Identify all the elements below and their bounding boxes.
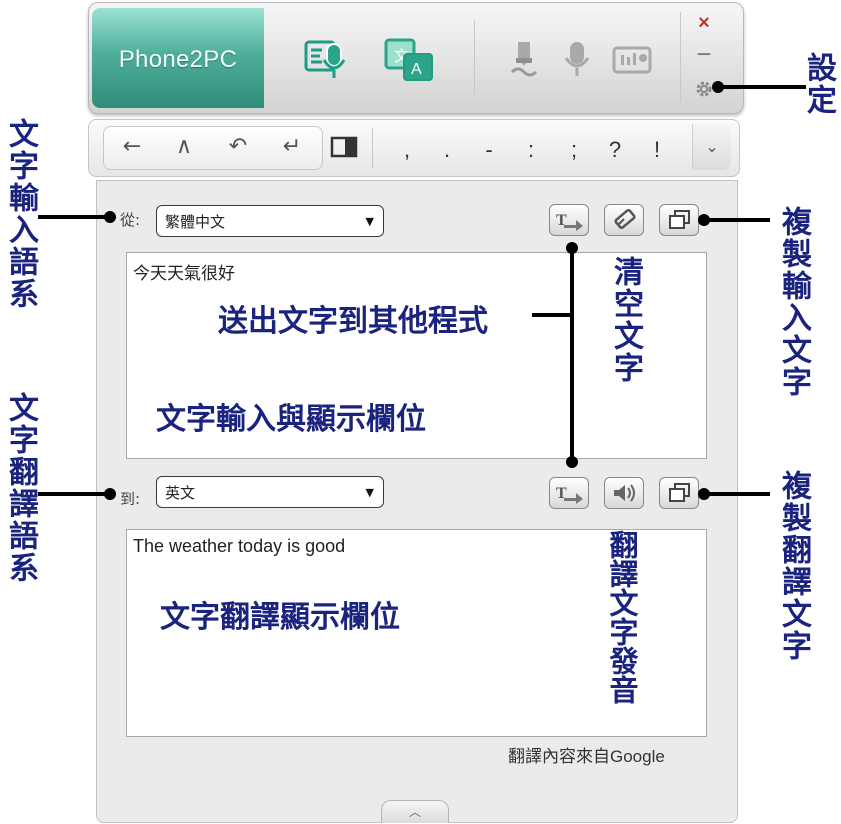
annotation-clear-text: 清空文字 xyxy=(608,256,643,384)
question-mark-key[interactable]: ? xyxy=(604,130,626,170)
svg-text:A: A xyxy=(411,61,422,78)
annotation-translation-field: 文字翻譯顯示欄位 xyxy=(160,600,400,635)
dropdown-arrow-icon: ▼ xyxy=(365,486,374,499)
period-key[interactable]: . xyxy=(436,130,458,170)
callout-dot xyxy=(712,81,724,93)
layout-toggle-icon[interactable] xyxy=(330,136,358,158)
hyphen-key[interactable]: - xyxy=(478,130,500,170)
callout-line xyxy=(532,313,572,317)
speaker-icon xyxy=(614,484,635,502)
source-language-value: 繁體中文 xyxy=(165,213,226,231)
minimize-button[interactable]: — xyxy=(694,46,714,66)
annotation-copy-translation: 複製翻譯文字 xyxy=(776,470,811,662)
send-text-icon: T xyxy=(556,212,583,231)
copy-icon xyxy=(669,483,690,502)
eraser-icon xyxy=(614,209,636,230)
app-title: Phone2PC xyxy=(118,46,238,73)
source-language-select[interactable]: 繁體中文 ▼ xyxy=(156,205,384,237)
callout-dot xyxy=(698,214,710,226)
app-logo: Phone2PC xyxy=(92,8,264,108)
semicolon-key[interactable]: ; xyxy=(563,130,585,170)
target-language-value: 英文 xyxy=(165,484,196,502)
copy-icon xyxy=(669,210,690,229)
target-language-select[interactable]: 英文 ▼ xyxy=(156,476,384,508)
colon-key[interactable]: : xyxy=(520,130,542,170)
toolbar-separator xyxy=(372,128,373,168)
close-button[interactable]: × xyxy=(694,12,714,36)
callout-line xyxy=(704,492,770,496)
collapse-panel-button[interactable]: ︿ xyxy=(381,800,449,823)
pen-icon[interactable] xyxy=(506,38,542,82)
callout-line xyxy=(718,85,806,89)
annotation-input-language: 文字輸入語系 xyxy=(3,118,38,310)
annotation-send-text: 送出文字到其他程式 xyxy=(218,304,488,339)
callout-line xyxy=(704,218,770,222)
keyboard-icon[interactable] xyxy=(610,42,654,78)
target-language-label: 到: xyxy=(120,490,141,508)
translation-source-note: 翻譯內容來自Google xyxy=(508,747,665,766)
arrow-up-key[interactable]: ∧ xyxy=(164,127,204,167)
source-language-label: 從: xyxy=(120,211,141,229)
callout-line xyxy=(38,492,110,496)
enter-key[interactable]: ↵ xyxy=(272,127,312,167)
annotation-translate-language: 文字翻譯語系 xyxy=(3,392,38,584)
speech-input-icon[interactable] xyxy=(300,36,354,82)
speak-translation-button[interactable] xyxy=(604,477,644,509)
translation-text: The weather today is good xyxy=(133,536,346,556)
callout-line xyxy=(38,215,110,219)
send-text-icon: T xyxy=(556,485,583,504)
annotation-speak-translation: 翻譯文字發音 xyxy=(605,530,639,704)
annotation-input-field: 文字輸入與顯示欄位 xyxy=(156,402,426,437)
microphone-icon[interactable] xyxy=(560,38,594,82)
toolbar-separator xyxy=(474,20,475,94)
undo-key[interactable]: ↶ xyxy=(218,127,258,167)
input-text: 今天天氣很好 xyxy=(133,264,235,284)
exclamation-key[interactable]: ! xyxy=(646,130,668,170)
callout-dot xyxy=(566,456,578,468)
callout-line xyxy=(570,248,574,462)
send-translation-button[interactable]: T xyxy=(549,477,589,509)
dropdown-arrow-icon: ▼ xyxy=(365,215,374,228)
translate-mode-icon[interactable]: 文 A xyxy=(380,34,438,86)
toolbar-separator xyxy=(680,12,681,102)
send-text-button[interactable]: T xyxy=(549,204,589,236)
annotation-settings: 設定 xyxy=(801,52,836,116)
arrow-left-key[interactable]: ← xyxy=(112,127,152,167)
annotation-copy-input: 複製輸入文字 xyxy=(776,206,811,398)
comma-key[interactable]: , xyxy=(396,130,418,170)
callout-dot xyxy=(698,488,710,500)
clear-text-button[interactable] xyxy=(604,204,644,236)
callout-dot xyxy=(104,211,116,223)
callout-dot xyxy=(566,242,578,254)
callout-dot xyxy=(104,488,116,500)
more-punctuation-button[interactable]: ⌄ xyxy=(692,124,731,170)
copy-translation-button[interactable] xyxy=(659,477,699,509)
copy-input-button[interactable] xyxy=(659,204,699,236)
